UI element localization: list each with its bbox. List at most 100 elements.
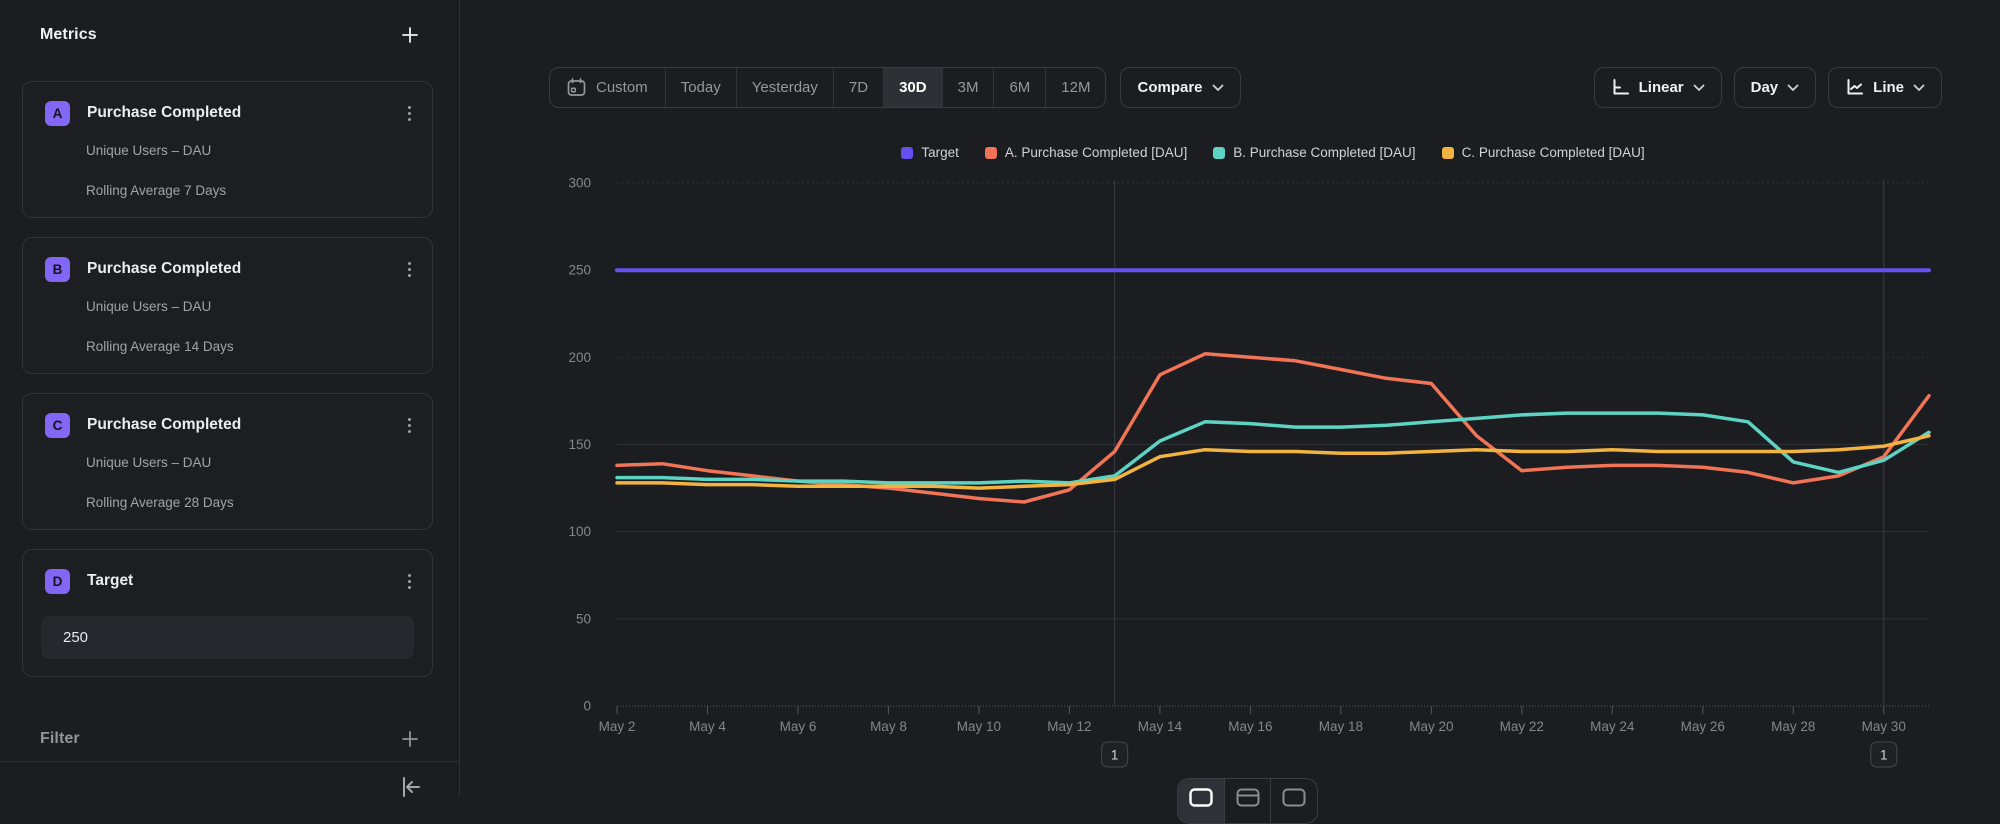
x-axis-label: May 2 — [599, 719, 636, 734]
y-axis-label: 100 — [568, 524, 591, 539]
chevron-down-icon — [1787, 84, 1799, 92]
metric-badge: B — [45, 257, 70, 282]
range-tab-12m[interactable]: 12M — [1045, 68, 1105, 107]
metric-title: Purchase Completed — [87, 260, 400, 278]
x-axis-label: May 24 — [1590, 719, 1635, 734]
metric-view-button[interactable] — [1270, 779, 1317, 823]
range-tab-label: 6M — [1009, 79, 1030, 96]
range-tab-7d[interactable]: 7D — [833, 68, 883, 107]
metric-badge: D — [45, 569, 70, 594]
x-axis-label: May 12 — [1047, 719, 1091, 734]
line-chart-icon — [1845, 78, 1864, 97]
x-axis-label: May 30 — [1862, 719, 1906, 734]
x-axis-label: May 10 — [957, 719, 1001, 734]
metric-title: Purchase Completed — [87, 416, 400, 434]
range-tab-custom[interactable]: Custom — [550, 68, 665, 107]
metrics-section-header: Metrics — [40, 24, 421, 46]
sidebar-divider — [0, 761, 459, 762]
interval-label: Day — [1751, 79, 1779, 96]
chevron-down-icon — [1693, 84, 1705, 92]
x-axis-label: May 6 — [780, 719, 817, 734]
range-tab-label: 30D — [899, 79, 927, 96]
series-line — [617, 413, 1929, 483]
plus-icon — [400, 729, 420, 749]
metric-card-header: B Purchase Completed — [45, 256, 418, 282]
metric-transform[interactable]: Rolling Average 28 Days — [86, 495, 234, 510]
report-canvas: Custom Today Yesterday 7D 30D 3M 6M 12M … — [461, 0, 2000, 796]
x-axis-label: May 4 — [689, 719, 726, 734]
range-tab-label: 12M — [1061, 79, 1090, 96]
range-tab-label: Today — [681, 79, 721, 96]
metric-options-button[interactable] — [400, 570, 418, 592]
add-filter-button[interactable] — [399, 728, 421, 750]
range-tab-label: 7D — [849, 79, 868, 96]
metric-options-button[interactable] — [400, 258, 418, 280]
target-title: Target — [87, 572, 400, 590]
x-axis-label: May 18 — [1319, 719, 1363, 734]
chevron-down-icon — [1913, 84, 1925, 92]
add-metric-button[interactable] — [399, 24, 421, 46]
annotation-marker-label: 1 — [1111, 748, 1119, 763]
metric-transform[interactable]: Rolling Average 14 Days — [86, 339, 234, 354]
collapse-panel-icon — [398, 774, 424, 800]
view-mode-toggle — [1177, 778, 1318, 824]
metric-transform[interactable]: Rolling Average 7 Days — [86, 183, 226, 198]
x-axis-label: May 16 — [1228, 719, 1272, 734]
y-axis-label: 150 — [568, 437, 591, 452]
annotation-marker-label: 1 — [1880, 748, 1888, 763]
metric-card-a[interactable]: A Purchase Completed Unique Users – DAU … — [22, 81, 433, 218]
metric-measurement[interactable]: Unique Users – DAU — [86, 455, 211, 470]
chevron-down-icon — [1212, 84, 1224, 92]
filter-section-header: Filter — [40, 728, 421, 750]
metric-measurement[interactable]: Unique Users – DAU — [86, 299, 211, 314]
metrics-line-chart[interactable]: 050100150200250300May 2May 4May 6May 8Ma… — [541, 130, 1991, 796]
range-tab-yesterday[interactable]: Yesterday — [736, 68, 833, 107]
chart-view-button[interactable] — [1178, 779, 1224, 823]
x-axis-label: May 26 — [1681, 719, 1725, 734]
table-view-button[interactable] — [1224, 779, 1271, 823]
range-tab-label: 3M — [958, 79, 979, 96]
compare-button[interactable]: Compare — [1120, 67, 1240, 108]
range-tab-today[interactable]: Today — [665, 68, 736, 107]
metric-card-header: A Purchase Completed — [45, 100, 418, 126]
metric-badge: A — [45, 101, 70, 126]
interval-dropdown[interactable]: Day — [1734, 67, 1817, 108]
chart-type-label: Line — [1873, 79, 1904, 96]
filter-section-title: Filter — [40, 730, 80, 748]
y-axis-label: 50 — [576, 611, 591, 626]
metric-options-button[interactable] — [400, 414, 418, 436]
metric-title: Purchase Completed — [87, 104, 400, 122]
metric-card-c[interactable]: C Purchase Completed Unique Users – DAU … — [22, 393, 433, 530]
scale-label: Linear — [1639, 79, 1684, 96]
collapse-sidebar-button[interactable] — [398, 774, 424, 805]
metric-badge: C — [45, 413, 70, 438]
metrics-section-title: Metrics — [40, 26, 97, 44]
range-tab-6m[interactable]: 6M — [993, 68, 1045, 107]
range-tab-label: Yesterday — [752, 79, 818, 96]
metric-options-button[interactable] — [400, 102, 418, 124]
metrics-sidebar: Metrics A Purchase Completed Unique User… — [0, 0, 460, 796]
chart-type-dropdown[interactable]: Line — [1828, 67, 1942, 108]
x-axis-label: May 14 — [1138, 719, 1183, 734]
target-value-input[interactable]: 250 — [41, 616, 414, 659]
metric-measurement[interactable]: Unique Users – DAU — [86, 143, 211, 158]
y-axis-label: 0 — [583, 699, 591, 714]
table-view-icon — [1236, 788, 1260, 808]
range-tab-label: Custom — [596, 79, 648, 96]
scale-dropdown[interactable]: Linear — [1594, 67, 1722, 108]
range-tab-30d[interactable]: 30D — [883, 68, 942, 107]
y-axis-label: 300 — [568, 176, 591, 191]
calendar-icon — [567, 78, 586, 97]
target-card[interactable]: D Target 250 — [22, 549, 433, 677]
y-axis-label: 200 — [568, 350, 591, 365]
y-axis-label: 250 — [568, 263, 591, 278]
axis-scale-icon — [1611, 78, 1630, 97]
chart-settings-toolbar: Linear Day Line — [1594, 67, 1942, 108]
x-axis-label: May 28 — [1771, 719, 1815, 734]
metric-view-icon — [1282, 788, 1306, 808]
x-axis-label: May 22 — [1500, 719, 1544, 734]
range-tab-3m[interactable]: 3M — [942, 68, 994, 107]
compare-label: Compare — [1137, 79, 1202, 96]
date-range-toolbar: Custom Today Yesterday 7D 30D 3M 6M 12M … — [549, 67, 1241, 108]
metric-card-b[interactable]: B Purchase Completed Unique Users – DAU … — [22, 237, 433, 374]
